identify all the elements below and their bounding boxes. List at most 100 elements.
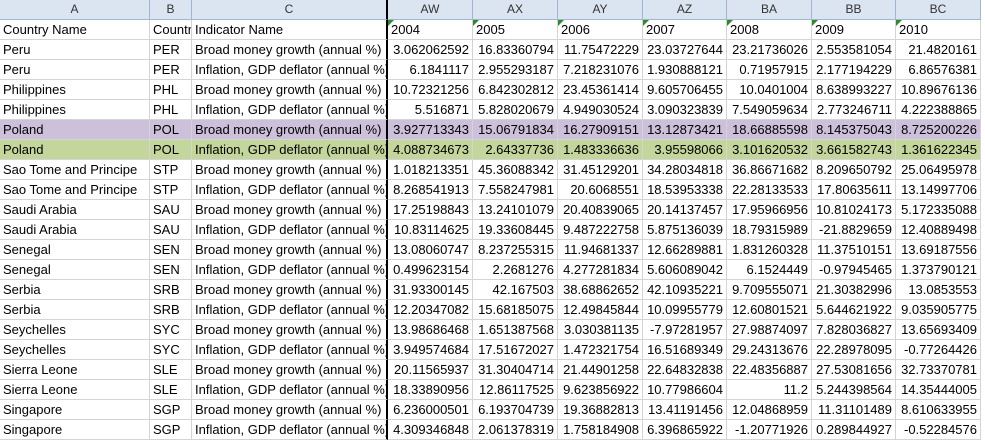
column-header-ax[interactable]: AX: [473, 0, 558, 20]
cell-value[interactable]: 5.875136039: [643, 220, 727, 240]
cell-value[interactable]: 6.1524449: [727, 260, 812, 280]
cell-value[interactable]: 9.035905775: [896, 300, 981, 320]
cell-indicator[interactable]: Inflation, GDP deflator (annual %): [192, 300, 388, 320]
cell-indicator[interactable]: Broad money growth (annual %): [192, 360, 388, 380]
cell-value[interactable]: 13.0853553: [896, 280, 981, 300]
cell-value[interactable]: 6.1841117: [388, 60, 473, 80]
table-row[interactable]: Saudi Arabia SAU Broad money growth (annua…: [0, 200, 985, 220]
cell-value[interactable]: 7.828036827: [812, 320, 896, 340]
cell-value[interactable]: 1.651387568: [473, 320, 558, 340]
table-row[interactable]: Sao Tome and Principe STP Broad money grow…: [0, 160, 985, 180]
cell-value[interactable]: 0.289844927: [812, 420, 896, 440]
cell-indicator[interactable]: Inflation, GDP deflator (annual %): [192, 140, 388, 160]
cell-value[interactable]: 12.04868959: [727, 400, 812, 420]
cell-value[interactable]: 20.6068551: [558, 180, 643, 200]
header-cell[interactable]: 2010: [896, 20, 981, 40]
cell-value[interactable]: 5.644621922: [812, 300, 896, 320]
cell-value[interactable]: 32.73370781: [896, 360, 981, 380]
header-cell[interactable]: 2008: [727, 20, 812, 40]
cell-country[interactable]: Philippines: [0, 100, 150, 120]
cell-indicator[interactable]: Broad money growth (annual %): [192, 240, 388, 260]
cell-value[interactable]: 6.396865922: [643, 420, 727, 440]
cell-value[interactable]: 4.309346848: [388, 420, 473, 440]
cell-value[interactable]: 23.21736026: [727, 40, 812, 60]
cell-value[interactable]: 17.95966956: [727, 200, 812, 220]
table-row[interactable]: Serbia SRB Inflation, GDP deflator (annual…: [0, 300, 985, 320]
cell-indicator[interactable]: Inflation, GDP deflator (annual %): [192, 380, 388, 400]
cell-value[interactable]: 5.828020679: [473, 100, 558, 120]
cell-value[interactable]: 13.08060747: [388, 240, 473, 260]
cell-value[interactable]: 0.499623154: [388, 260, 473, 280]
cell-value[interactable]: 10.09955779: [643, 300, 727, 320]
cell-value[interactable]: 11.2: [727, 380, 812, 400]
cell-code[interactable]: PHL: [150, 80, 192, 100]
cell-country[interactable]: Senegal: [0, 260, 150, 280]
cell-value[interactable]: 13.69187556: [896, 240, 981, 260]
cell-value[interactable]: 3.661582743: [812, 140, 896, 160]
cell-value[interactable]: 31.45129201: [558, 160, 643, 180]
cell-value[interactable]: 12.86117525: [473, 380, 558, 400]
cell-value[interactable]: 23.03727644: [643, 40, 727, 60]
cell-value[interactable]: 7.549059634: [727, 100, 812, 120]
cell-indicator[interactable]: Broad money growth (annual %): [192, 80, 388, 100]
table-row[interactable]: Singapore SGP Inflation, GDP deflator (ann…: [0, 420, 985, 440]
cell-value[interactable]: 3.927713343: [388, 120, 473, 140]
table-row[interactable]: Philippines PHL Inflation, GDP deflator (a…: [0, 100, 985, 120]
cell-code[interactable]: PER: [150, 60, 192, 80]
cell-value[interactable]: 5.244398564: [812, 380, 896, 400]
cell-value[interactable]: 9.605706455: [643, 80, 727, 100]
cell-code[interactable]: SYC: [150, 320, 192, 340]
cell-value[interactable]: 17.51672027: [473, 340, 558, 360]
header-cell[interactable]: 2006: [558, 20, 643, 40]
cell-value[interactable]: 31.93300145: [388, 280, 473, 300]
table-row[interactable]: Sao Tome and Principe STP Inflation, GDP d…: [0, 180, 985, 200]
column-header-b[interactable]: B: [150, 0, 192, 20]
cell-value[interactable]: 13.24101079: [473, 200, 558, 220]
cell-value[interactable]: 22.28133533: [727, 180, 812, 200]
cell-value[interactable]: 13.41191456: [643, 400, 727, 420]
cell-value[interactable]: 18.33890956: [388, 380, 473, 400]
cell-value[interactable]: 11.31101489: [812, 400, 896, 420]
cell-value[interactable]: 10.89676136: [896, 80, 981, 100]
cell-country[interactable]: Poland: [0, 120, 150, 140]
cell-value[interactable]: 36.86671682: [727, 160, 812, 180]
cell-value[interactable]: 18.79315989: [727, 220, 812, 240]
cell-value[interactable]: 15.68185075: [473, 300, 558, 320]
cell-value[interactable]: -1.20771926: [727, 420, 812, 440]
header-cell[interactable]: 2004: [388, 20, 473, 40]
cell-value[interactable]: 8.145375043: [812, 120, 896, 140]
cell-country[interactable]: Poland: [0, 140, 150, 160]
cell-indicator[interactable]: Broad money growth (annual %): [192, 40, 388, 60]
cell-value[interactable]: 11.75472229: [558, 40, 643, 60]
cell-value[interactable]: -0.97945465: [812, 260, 896, 280]
cell-value[interactable]: 34.28034818: [643, 160, 727, 180]
cell-value[interactable]: 15.06791834: [473, 120, 558, 140]
cell-value[interactable]: 3.030381135: [558, 320, 643, 340]
cell-value[interactable]: 25.06495978: [896, 160, 981, 180]
cell-value[interactable]: 1.361622345: [896, 140, 981, 160]
cell-code[interactable]: SRB: [150, 300, 192, 320]
column-header-az[interactable]: AZ: [643, 0, 727, 20]
cell-value[interactable]: 10.81024173: [812, 200, 896, 220]
table-row[interactable]: Senegal SEN Inflation, GDP deflator (annua…: [0, 260, 985, 280]
cell-code[interactable]: POL: [150, 140, 192, 160]
table-row[interactable]: Poland POL Broad money growth (annual %) 3.…: [0, 120, 985, 140]
cell-value[interactable]: -7.97281957: [643, 320, 727, 340]
cell-value[interactable]: 4.949030524: [558, 100, 643, 120]
cell-code[interactable]: SYC: [150, 340, 192, 360]
cell-country[interactable]: Peru: [0, 40, 150, 60]
cell-indicator[interactable]: Broad money growth (annual %): [192, 320, 388, 340]
cell-value[interactable]: 12.20347082: [388, 300, 473, 320]
cell-value[interactable]: 19.33608445: [473, 220, 558, 240]
cell-value[interactable]: 2.955293187: [473, 60, 558, 80]
cell-country[interactable]: Philippines: [0, 80, 150, 100]
cell-value[interactable]: 23.45361414: [558, 80, 643, 100]
column-header-ba[interactable]: BA: [727, 0, 812, 20]
cell-value[interactable]: 12.49845844: [558, 300, 643, 320]
cell-value[interactable]: 42.10935221: [643, 280, 727, 300]
cell-value[interactable]: 13.14997706: [896, 180, 981, 200]
cell-indicator[interactable]: Inflation, GDP deflator (annual %): [192, 220, 388, 240]
cell-value[interactable]: 5.516871: [388, 100, 473, 120]
cell-country[interactable]: Sao Tome and Principe: [0, 180, 150, 200]
cell-value[interactable]: 6.193704739: [473, 400, 558, 420]
